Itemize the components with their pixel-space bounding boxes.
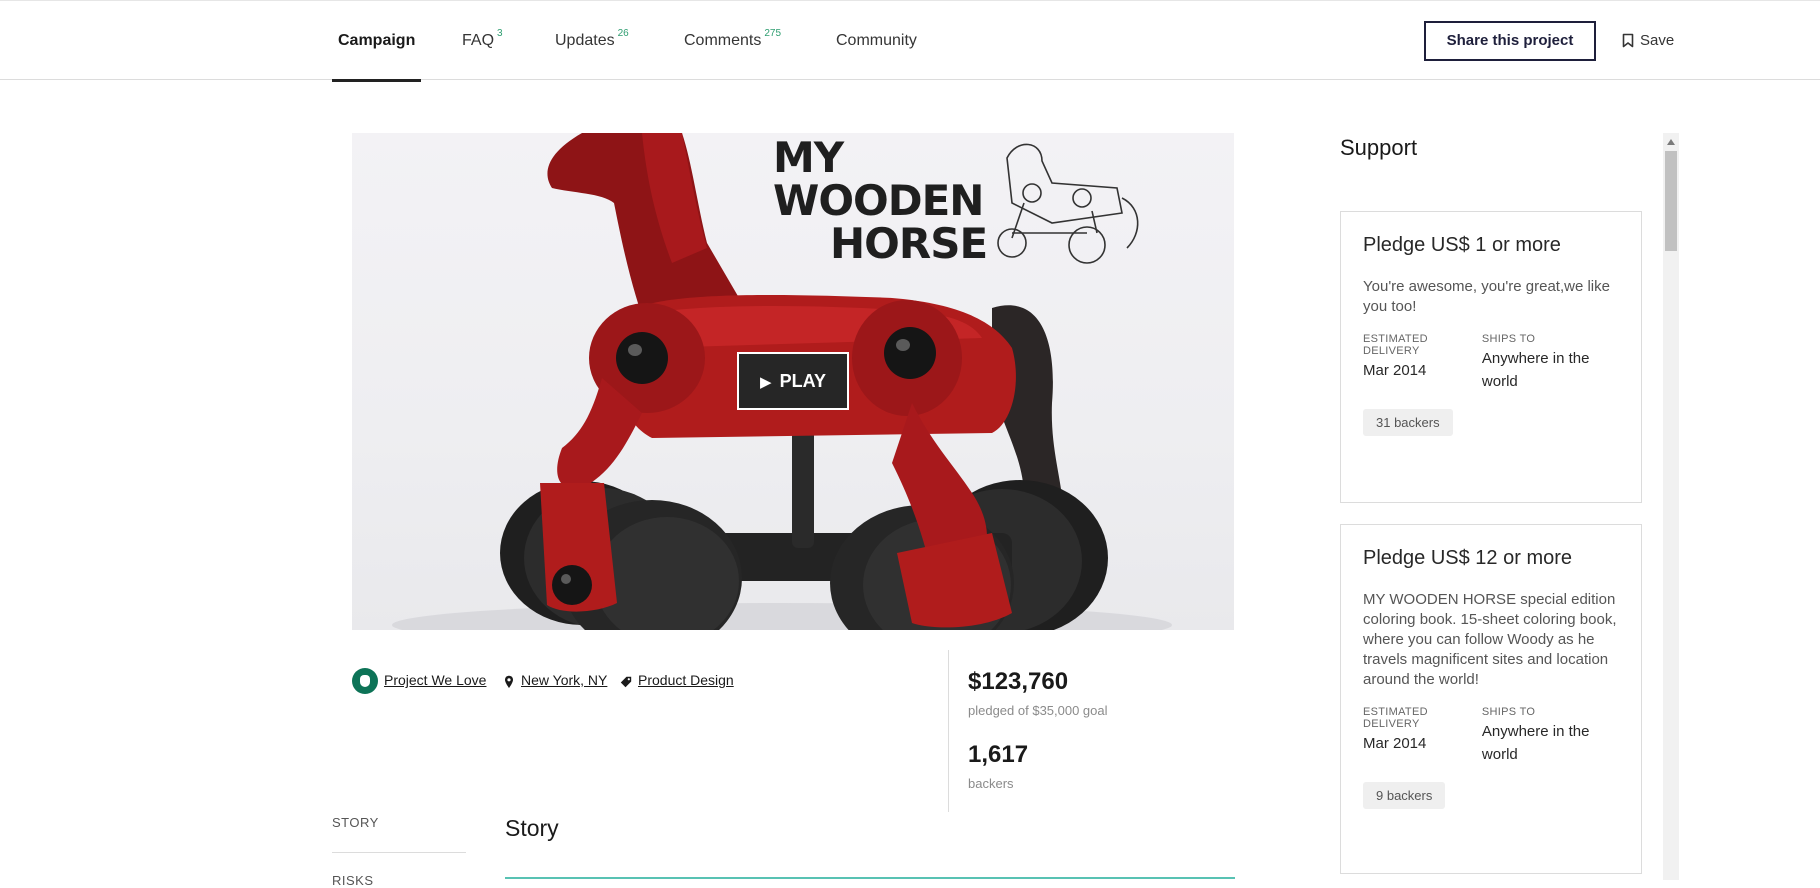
tab-faq-count: 3 xyxy=(497,28,503,39)
category-link[interactable]: Product Design xyxy=(638,672,734,688)
estimated-delivery-value: Mar 2014 xyxy=(1363,362,1427,379)
reward-backers-badge: 31 backers xyxy=(1363,409,1453,436)
reward-card[interactable]: Pledge US$ 12 or more MY WOODEN HORSE sp… xyxy=(1340,524,1642,874)
share-project-button[interactable]: Share this project xyxy=(1424,21,1596,61)
location-pin-icon xyxy=(505,675,513,688)
tab-comments-label: Comments xyxy=(684,32,762,49)
logo-line-3: HORSE xyxy=(830,219,988,268)
estimated-delivery-value: Mar 2014 xyxy=(1363,735,1427,752)
estimated-delivery-label: ESTIMATED DELIVERY xyxy=(1363,706,1428,730)
reward-card[interactable]: Pledge US$ 1 or more You're awesome, you… xyxy=(1340,211,1642,503)
reward-description: You're awesome, you're great,we like you… xyxy=(1363,278,1610,315)
project-we-love-icon xyxy=(352,668,378,694)
support-scrollbar[interactable] xyxy=(1663,133,1679,880)
scrollbar-thumb[interactable] xyxy=(1665,151,1677,251)
tab-comments[interactable]: Comments 275 xyxy=(684,1,781,81)
play-button[interactable]: ▶ PLAY xyxy=(737,352,849,410)
tab-campaign[interactable]: Campaign xyxy=(331,1,422,82)
save-label: Save xyxy=(1640,32,1675,49)
ships-to-label: SHIPS TO xyxy=(1481,333,1536,345)
story-heading: Story xyxy=(505,815,559,841)
pledged-amount: $123,760 xyxy=(968,668,1069,695)
tab-community-label: Community xyxy=(836,32,917,49)
pledged-goal-text: pledged of $35,000 goal xyxy=(968,703,1108,718)
story-nav-divider xyxy=(332,852,466,853)
stats-divider xyxy=(948,650,949,812)
reward-description: MY WOODEN HORSE special edition coloring… xyxy=(1363,591,1617,688)
play-icon: ▶ xyxy=(760,374,772,391)
hero-logo-text: MY WOODEN HORSE xyxy=(773,133,988,268)
ships-to-label: SHIPS TO xyxy=(1481,706,1536,718)
estimated-delivery-label: ESTIMATED DELIVERY xyxy=(1363,333,1428,357)
logo-line-1: MY xyxy=(773,133,844,182)
tab-updates[interactable]: Updates 26 xyxy=(555,1,629,81)
risks-nav-link[interactable]: RISKS xyxy=(332,873,374,888)
tab-updates-label: Updates xyxy=(555,32,615,49)
save-button[interactable]: Save xyxy=(1622,21,1674,61)
tab-updates-count: 26 xyxy=(617,28,629,39)
support-heading: Support xyxy=(1340,135,1418,160)
story-nav-link[interactable]: STORY xyxy=(332,815,379,830)
reward-title: Pledge US$ 1 or more xyxy=(1363,234,1561,256)
backers-count: 1,617 xyxy=(968,741,1029,768)
reward-title: Pledge US$ 12 or more xyxy=(1363,547,1573,569)
ships-to-value: Anywhere in the world xyxy=(1481,350,1590,390)
project-nav: Campaign FAQ 3 Updates 26 Comments 275 Comm… xyxy=(0,0,1820,82)
reward-backers-badge: 9 backers xyxy=(1363,782,1446,809)
project-video[interactable]: MY WOODEN HORSE ▶ PLAY xyxy=(352,133,1234,630)
backers-label: backers xyxy=(968,776,1014,791)
ships-to-value: Anywhere in the world xyxy=(1481,723,1590,763)
logo-line-2: WOODEN xyxy=(773,176,984,225)
tab-faq-label: FAQ xyxy=(462,32,495,49)
scroll-up-arrow-icon[interactable] xyxy=(1667,139,1675,145)
tab-faq[interactable]: FAQ 3 xyxy=(462,1,503,81)
location-link[interactable]: New York, NY xyxy=(521,672,607,688)
story-rule xyxy=(505,877,1235,879)
tab-campaign-label: Campaign xyxy=(338,32,416,49)
bookmark-icon xyxy=(1622,33,1634,48)
project-we-love-link[interactable]: Project We Love xyxy=(384,672,486,688)
play-label: PLAY xyxy=(779,371,826,391)
category-tag-icon xyxy=(620,676,632,688)
tab-community[interactable]: Community xyxy=(836,1,917,81)
tab-comments-count: 275 xyxy=(764,28,782,39)
